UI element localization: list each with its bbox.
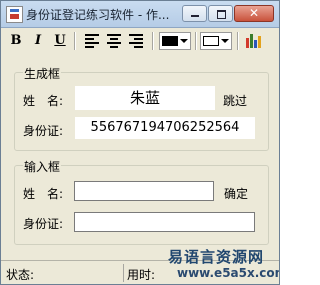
title-bar[interactable]: 身份证登记练习软件 - 作... ✕ [1,1,279,28]
window-title: 身份证登记练习软件 - 作... [26,8,170,22]
align-left-icon[interactable] [85,34,99,48]
bar-chart-icon[interactable] [245,33,261,49]
output-group: 生成框 姓 名: 朱蓝 跳过 身份证: 556767194706252564 [14,65,269,151]
skip-button[interactable]: 跳过 [223,92,247,109]
maximize-icon [217,10,226,19]
close-icon: ✕ [248,6,260,20]
minimize-icon [191,15,199,17]
bold-button[interactable]: B [7,31,25,51]
name-input[interactable] [74,181,214,201]
toolbar-separator [195,32,197,50]
input-name-label: 姓 名: [23,187,64,201]
input-id-label: 身份证: [23,217,64,231]
input-group-title: 输入框 [23,158,62,175]
app-window: 身份证登记练习软件 - 作... ✕ B I U 生成框 姓 名: 朱蓝 跳过 … [0,0,280,285]
italic-button[interactable]: I [30,31,46,51]
align-right-icon[interactable] [129,34,143,48]
border-style-swatch [203,36,219,46]
chevron-down-icon [180,39,188,43]
confirm-button[interactable]: 确定 [224,185,248,202]
output-group-title: 生成框 [23,65,62,82]
output-name-value: 朱蓝 [75,86,215,110]
output-name-label: 姓 名: [23,94,64,108]
app-icon [6,6,23,23]
minimize-button[interactable] [182,5,207,22]
underline-button[interactable]: U [52,31,68,51]
input-group: 输入框 姓 名: 确定 身份证: [14,158,269,245]
time-label: 用时: [127,268,156,282]
close-button[interactable]: ✕ [234,5,274,22]
toolbar-separator [152,32,154,50]
watermark-text: 易语言资源网 [168,248,265,266]
toolbar-separator [74,32,76,50]
status-separator [123,264,124,282]
chevron-down-icon [221,39,229,43]
border-style-dropdown[interactable] [200,32,232,50]
output-id-value: 556767194706252564 [75,117,255,139]
id-input[interactable] [74,212,255,232]
align-center-icon[interactable] [107,34,121,48]
watermark-url: www.e5a5x.com [177,266,280,280]
status-label: 状态: [6,268,35,282]
toolbar: B I U [1,28,279,54]
font-color-swatch [162,36,178,46]
toolbar-separator [237,32,239,50]
output-id-label: 身份证: [23,124,64,138]
font-color-dropdown[interactable] [159,32,191,50]
maximize-button[interactable] [208,5,233,22]
